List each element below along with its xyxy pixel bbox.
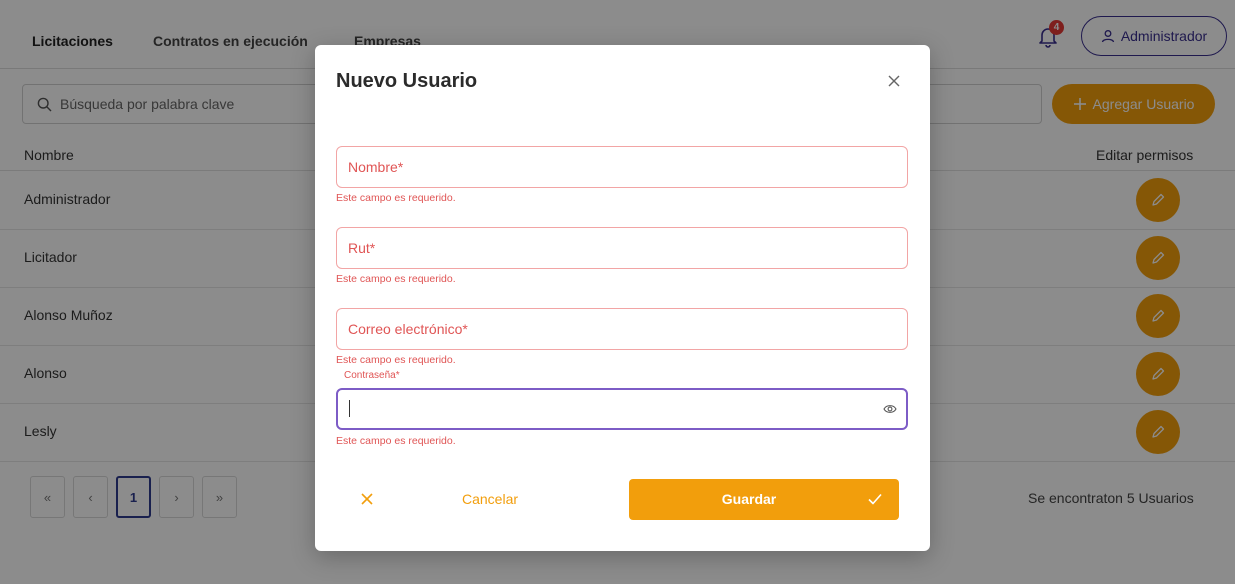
email-placeholder: Correo electrónico* xyxy=(348,321,468,337)
rut-error: Este campo es requerido. xyxy=(336,273,456,285)
password-field[interactable] xyxy=(336,388,908,430)
new-user-dialog: Nuevo Usuario Nombre* Este campo es requ… xyxy=(315,45,930,551)
nombre-field[interactable]: Nombre* xyxy=(336,146,908,188)
nombre-error: Este campo es requerido. xyxy=(336,192,456,204)
text-caret xyxy=(349,400,350,417)
eye-icon[interactable] xyxy=(883,403,897,415)
dialog-title: Nuevo Usuario xyxy=(336,70,478,92)
nombre-placeholder: Nombre* xyxy=(348,159,404,175)
cancel-button[interactable]: Cancelar xyxy=(462,491,518,507)
save-label: Guardar xyxy=(721,491,777,507)
rut-placeholder: Rut* xyxy=(348,240,376,256)
email-field[interactable]: Correo electrónico* xyxy=(336,308,908,350)
password-error: Este campo es requerido. xyxy=(336,435,456,447)
password-label: Contraseña* xyxy=(344,370,400,381)
email-error: Este campo es requerido. xyxy=(336,354,456,366)
close-icon[interactable] xyxy=(885,72,903,90)
check-icon xyxy=(868,493,882,505)
close-icon[interactable] xyxy=(360,492,374,506)
save-button[interactable]: Guardar xyxy=(629,479,899,520)
rut-field[interactable]: Rut* xyxy=(336,227,908,269)
